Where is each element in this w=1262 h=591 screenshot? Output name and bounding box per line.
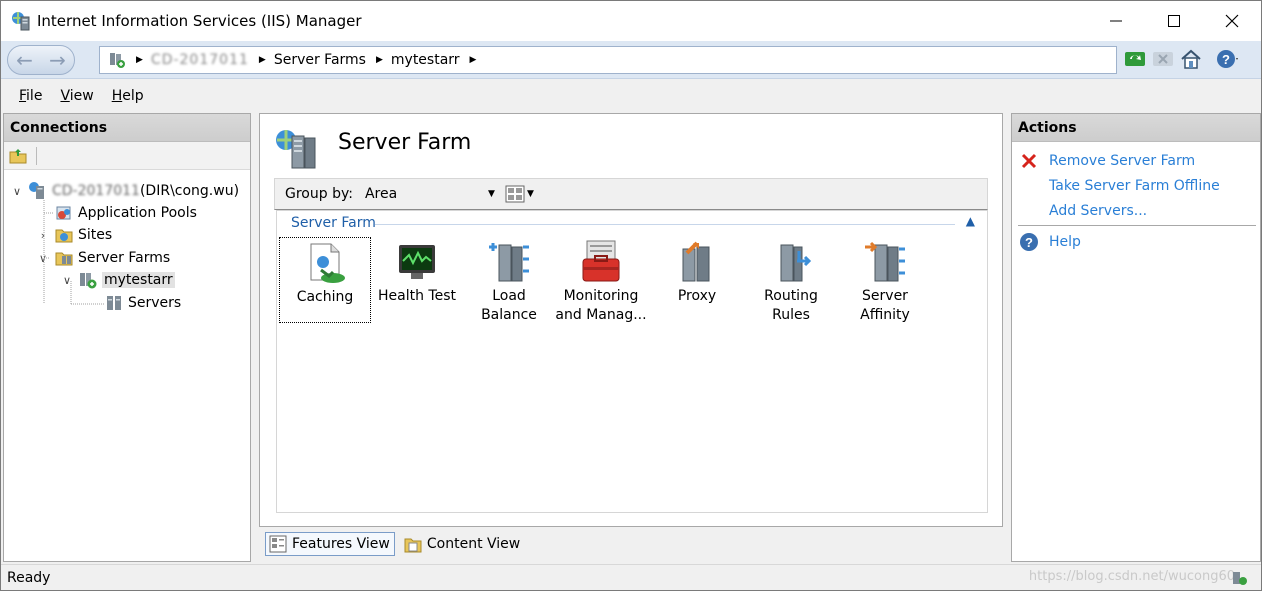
feature-label: Server Affinity	[860, 288, 910, 323]
breadcrumb[interactable]: ▶ CD-2017011 ▶ Server Farms ▶ mytestarr …	[99, 46, 1117, 74]
toolbar-divider	[36, 146, 37, 165]
close-icon	[1225, 14, 1239, 28]
svg-text:?: ?	[1025, 235, 1033, 250]
features-view-icon	[269, 535, 287, 553]
breadcrumb-separator-icon: ▶	[258, 55, 266, 65]
remove-icon	[1018, 151, 1040, 171]
feature-label: Routing Rules	[764, 288, 818, 323]
action-label: Add Servers...	[1049, 203, 1148, 219]
features-area: Server Farm ▲ Caching Health Test Load B…	[276, 210, 988, 513]
breadcrumb-server[interactable]: CD-2017011	[151, 52, 249, 68]
feature-load-balance[interactable]: Load Balance	[463, 237, 555, 323]
minimize-icon	[1110, 20, 1122, 22]
action-take-offline[interactable]: Take Server Farm Offline	[1018, 176, 1220, 196]
monitoring-icon	[582, 240, 620, 282]
page-title: Server Farm	[338, 130, 472, 155]
collapse-group-icon[interactable]: ▲	[966, 214, 975, 228]
actions-panel: Actions Remove Server Farm Take Server F…	[1011, 113, 1261, 562]
stop-icon[interactable]	[1151, 47, 1175, 71]
refresh-icon[interactable]	[1123, 47, 1147, 71]
status-server-icon	[1233, 572, 1247, 585]
connections-toolbar	[4, 142, 250, 170]
action-help[interactable]: ? Help	[1018, 232, 1081, 252]
menu-help[interactable]: Help	[112, 88, 144, 104]
actions-divider	[1018, 225, 1256, 226]
actions-header: Actions	[1012, 114, 1260, 142]
health-test-icon	[399, 245, 435, 279]
dropdown-arrow-icon: ▼	[488, 189, 495, 199]
tab-features-view[interactable]: Features View	[265, 532, 395, 556]
feature-health-test[interactable]: Health Test	[371, 237, 463, 323]
breadcrumb-separator-icon: ▶	[375, 55, 383, 65]
feature-label: Load Balance	[481, 288, 537, 323]
server-farm-features-panel: Server Farm Group by: Area ▼ ▼ Server Fa…	[259, 113, 1003, 527]
svg-text:?: ?	[1222, 52, 1230, 67]
action-label: Help	[1049, 234, 1081, 250]
tab-content-view[interactable]: Content View	[401, 532, 524, 556]
group-divider	[375, 224, 955, 225]
action-add-servers[interactable]: Add Servers...	[1018, 201, 1147, 221]
group-by-label: Group by:	[285, 186, 353, 202]
tab-features-view-label: Features View	[292, 536, 390, 552]
feature-label: Caching	[296, 289, 354, 305]
window-title: Internet Information Services (IIS) Mana…	[37, 12, 362, 30]
feature-routing-rules[interactable]: Routing Rules	[745, 237, 837, 323]
server-farm-icon	[110, 53, 125, 68]
action-label: Remove Server Farm	[1049, 153, 1196, 169]
feature-label: Proxy	[677, 288, 717, 304]
breadcrumb-mytestarr[interactable]: mytestarr	[391, 52, 460, 68]
watermark: https://blog.csdn.net/wucong60	[1028, 569, 1235, 584]
menu-bar: File View Help	[1, 80, 1261, 112]
breadcrumb-server-farms[interactable]: Server Farms	[274, 52, 366, 68]
address-bar: ← → ▶ CD-2017011 ▶ Server Farms ▶ mytest…	[1, 41, 1261, 79]
content-view-icon	[404, 538, 422, 553]
feature-proxy[interactable]: Proxy	[651, 237, 743, 323]
help-icon: ?	[1018, 232, 1040, 252]
nav-buttons: ← →	[7, 45, 75, 75]
connect-folder-icon[interactable]	[8, 146, 28, 166]
server-affinity-icon	[865, 241, 905, 282]
view-tabs: Features View Content View	[259, 529, 1003, 559]
maximize-icon	[1168, 15, 1180, 27]
routing-rules-icon	[780, 244, 812, 282]
view-mode-dropdown[interactable]: ▼	[505, 185, 534, 203]
minimize-button[interactable]	[1087, 1, 1145, 41]
dropdown-arrow-icon: ▼	[526, 189, 534, 199]
forward-arrow-icon[interactable]: →	[49, 50, 66, 70]
menu-view[interactable]: View	[60, 88, 93, 104]
group-by-bar: Group by: Area ▼ ▼	[274, 178, 988, 210]
tab-content-view-label: Content View	[426, 536, 521, 552]
back-arrow-icon[interactable]: ←	[16, 50, 33, 70]
status-text: Ready	[7, 569, 51, 586]
load-balance-icon	[489, 243, 529, 282]
title-bar: Internet Information Services (IIS) Mana…	[1, 1, 1261, 41]
home-icon[interactable]	[1179, 47, 1203, 71]
action-label: Take Server Farm Offline	[1049, 178, 1220, 194]
iis-app-icon	[12, 12, 30, 31]
action-remove-server-farm[interactable]: Remove Server Farm	[1018, 151, 1195, 171]
connections-header: Connections	[4, 114, 250, 142]
server-farm-icon	[276, 130, 316, 169]
breadcrumb-separator-icon: ▶	[136, 55, 143, 65]
menu-file[interactable]: File	[19, 88, 42, 104]
maximize-button[interactable]	[1145, 1, 1203, 41]
breadcrumb-separator-icon: ▶	[469, 55, 477, 65]
connections-panel: Connections ∨ CD-2017011 (DIR\cong.wu) A…	[3, 113, 251, 562]
caching-icon	[310, 243, 345, 283]
status-bar: Ready https://blog.csdn.net/wucong60	[1, 564, 1261, 590]
group-header: Server Farm	[291, 215, 376, 231]
view-mode-icon	[505, 185, 525, 203]
feature-server-affinity[interactable]: Server Affinity	[839, 237, 931, 323]
tree-connector-lines	[43, 200, 104, 305]
close-button[interactable]	[1203, 1, 1261, 41]
feature-label: Monitoring and Manag...	[555, 288, 647, 323]
feature-caching[interactable]: Caching	[279, 237, 371, 323]
group-by-select[interactable]: Area ▼	[359, 183, 499, 205]
feature-monitoring-management[interactable]: Monitoring and Manag...	[555, 237, 647, 323]
group-by-value: Area	[364, 186, 398, 202]
help-dropdown-icon[interactable]: ?	[1215, 47, 1239, 71]
proxy-icon	[682, 241, 710, 282]
iis-manager-window: Internet Information Services (IIS) Mana…	[0, 0, 1262, 591]
feature-label: Health Test	[378, 288, 456, 304]
